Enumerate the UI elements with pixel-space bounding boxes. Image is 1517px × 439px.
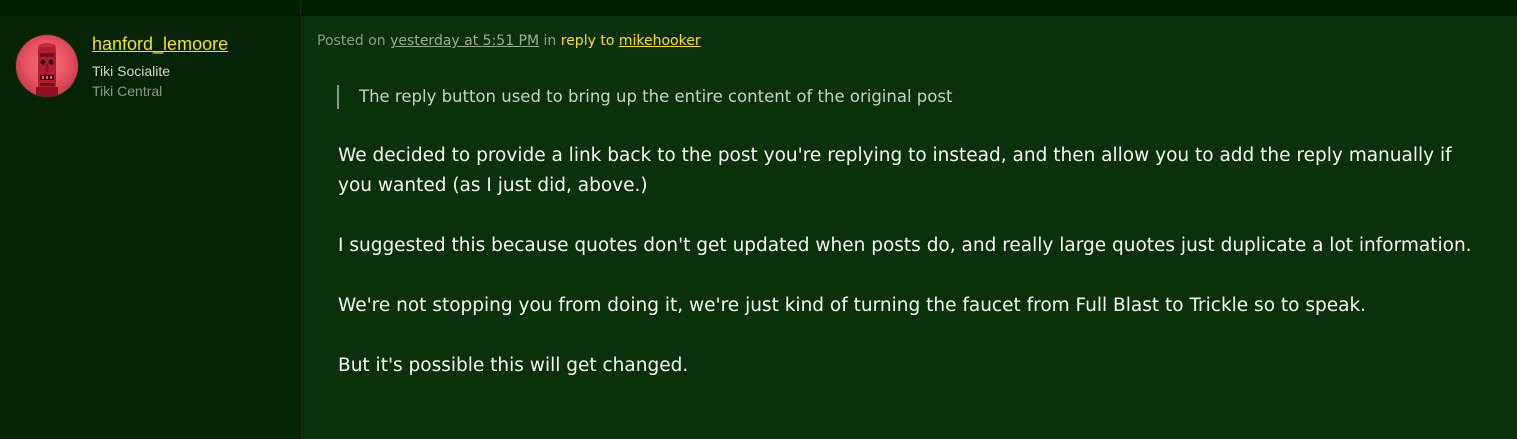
reply-to-label: reply to [560, 33, 615, 49]
post-paragraph: We decided to provide a link back to the… [338, 145, 1452, 196]
previous-post-bottom-edge [0, 0, 1517, 16]
post-content: Posted on yesterday at 5:51 PM in reply … [301, 16, 1517, 439]
posted-on-label: Posted on [317, 33, 386, 49]
in-label: in [543, 33, 557, 49]
tiki-mask-icon [36, 43, 58, 97]
post-meta: Posted on yesterday at 5:51 PM in reply … [317, 33, 701, 49]
post-paragraph: But it's possible this will get changed. [338, 355, 689, 376]
post-body: We decided to provide a link back to the… [338, 141, 1488, 411]
author-title: Tiki Socialite [92, 63, 171, 79]
avatar[interactable] [16, 35, 78, 97]
post-paragraph: I suggested this because quotes don't ge… [338, 235, 1472, 256]
reply-to-user-link[interactable]: mikehooker [619, 33, 701, 49]
column-divider [300, 0, 301, 15]
post-timestamp-link[interactable]: yesterday at 5:51 PM [390, 33, 539, 49]
author-sidebar: hanford_lemoore Tiki Socialite Tiki Cent… [0, 16, 301, 439]
author-location: Tiki Central [92, 83, 163, 99]
blockquote: The reply button used to bring up the en… [337, 85, 952, 109]
author-username-link[interactable]: hanford_lemoore [92, 34, 228, 55]
post-paragraph: We're not stopping you from doing it, we… [338, 295, 1367, 316]
